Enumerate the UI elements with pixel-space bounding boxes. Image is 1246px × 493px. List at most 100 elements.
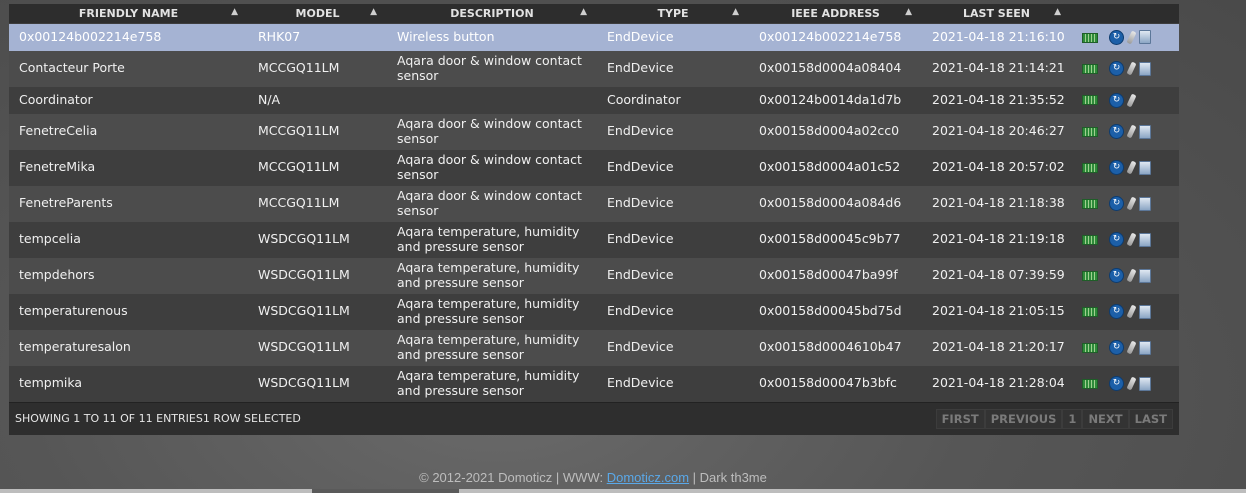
cell-model: MCCGQ11LM bbox=[258, 123, 340, 139]
edit-icon[interactable] bbox=[1126, 93, 1137, 107]
trash-icon[interactable] bbox=[1139, 30, 1151, 45]
cell-description: Aqara temperature, humidity and pressure… bbox=[397, 332, 580, 362]
cell-friendly-name: FenetreMika bbox=[19, 159, 96, 175]
edit-icon[interactable] bbox=[1126, 376, 1137, 391]
col-header-last-seen[interactable]: LAST SEEN ▲ bbox=[922, 4, 1071, 24]
refresh-icon[interactable]: ↻ bbox=[1109, 232, 1124, 247]
cell-actions: ↻ bbox=[1109, 150, 1179, 186]
cell-description: Aqara temperature, humidity and pressure… bbox=[397, 368, 580, 398]
col-header-signal bbox=[1071, 4, 1109, 24]
table-header-row: FRIENDLY NAME ▲ MODEL ▲ DESCRIPTION ▲ TYPE ▲… bbox=[9, 4, 1179, 24]
cell-description: Aqara door & window contact sensor bbox=[397, 188, 582, 218]
cell-description: Aqara temperature, humidity and pressure… bbox=[397, 296, 580, 326]
cell-type: EndDevice bbox=[607, 339, 674, 355]
table-row[interactable]: tempmika WSDCGQ11LM Aqara temperature, hum… bbox=[9, 365, 1179, 402]
refresh-icon[interactable]: ↻ bbox=[1109, 92, 1124, 108]
edit-icon[interactable] bbox=[1126, 160, 1137, 175]
edit-icon[interactable] bbox=[1126, 304, 1137, 319]
cell-model: WSDCGQ11LM bbox=[258, 339, 350, 355]
signal-icon bbox=[1082, 32, 1098, 43]
col-label: DESCRIPTION bbox=[450, 7, 534, 20]
sort-arrow-icon: ▲ bbox=[732, 7, 739, 17]
cell-signal bbox=[1071, 258, 1109, 294]
col-header-type[interactable]: TYPE ▲ bbox=[597, 4, 749, 24]
table-row[interactable]: Contacteur Porte MCCGQ11LM Aqara door & wi… bbox=[9, 50, 1179, 87]
sort-arrow-icon: ▲ bbox=[905, 7, 912, 17]
table-row[interactable]: temperaturenous WSDCGQ11LM Aqara temperatu… bbox=[9, 293, 1179, 330]
copyright-prefix: © 2012-2021 Domoticz | WWW: bbox=[419, 470, 607, 485]
col-header-friendly-name[interactable]: FRIENDLY NAME ▲ bbox=[9, 4, 248, 24]
col-header-description[interactable]: DESCRIPTION ▲ bbox=[387, 4, 597, 24]
trash-icon[interactable] bbox=[1139, 196, 1151, 211]
cell-last-seen: 2021-04-18 21:16:10 bbox=[932, 29, 1065, 44]
refresh-icon[interactable]: ↻ bbox=[1109, 340, 1124, 355]
col-label: TYPE bbox=[657, 7, 689, 20]
trash-icon[interactable] bbox=[1139, 61, 1151, 76]
table-row[interactable]: FenetreParents MCCGQ11LM Aqara door & wind… bbox=[9, 185, 1179, 222]
refresh-icon[interactable]: ↻ bbox=[1109, 304, 1124, 319]
cell-actions: ↻ bbox=[1109, 294, 1179, 330]
cell-ieee-address: 0x00158d0004a084d6 bbox=[759, 195, 902, 211]
edit-icon[interactable] bbox=[1126, 30, 1137, 45]
cell-friendly-name: temperaturenous bbox=[19, 303, 128, 319]
refresh-icon[interactable]: ↻ bbox=[1109, 29, 1124, 45]
trash-icon[interactable] bbox=[1139, 304, 1151, 319]
refresh-icon[interactable]: ↻ bbox=[1109, 268, 1124, 283]
trash-icon[interactable] bbox=[1139, 268, 1151, 283]
edit-icon[interactable] bbox=[1126, 196, 1137, 211]
trash-icon[interactable] bbox=[1139, 232, 1151, 247]
cell-model: MCCGQ11LM bbox=[258, 159, 340, 175]
refresh-icon[interactable]: ↻ bbox=[1109, 160, 1124, 175]
edit-icon[interactable] bbox=[1126, 61, 1137, 76]
cell-friendly-name: 0x00124b002214e758 bbox=[19, 29, 162, 44]
cell-ieee-address: 0x00158d0004a08404 bbox=[759, 60, 902, 76]
cell-ieee-address: 0x00158d0004610b47 bbox=[759, 339, 902, 355]
refresh-icon[interactable]: ↻ bbox=[1109, 196, 1124, 211]
cell-actions: ↻ bbox=[1109, 186, 1179, 222]
trash-icon[interactable] bbox=[1139, 340, 1151, 355]
col-header-ieee-address[interactable]: IEEE ADDRESS ▲ bbox=[749, 4, 922, 24]
scrollbar-thumb[interactable] bbox=[312, 489, 459, 493]
cell-type: Coordinator bbox=[607, 91, 681, 107]
cell-actions: ↻ bbox=[1109, 258, 1179, 294]
edit-icon[interactable] bbox=[1126, 232, 1137, 247]
pager-previous-button[interactable]: PREVIOUS bbox=[984, 409, 1063, 429]
cell-actions: ↻ bbox=[1109, 366, 1179, 402]
pager-first-button[interactable]: FIRST bbox=[935, 409, 985, 429]
pager-page-1-button[interactable]: 1 bbox=[1062, 409, 1083, 429]
cell-model: MCCGQ11LM bbox=[258, 60, 340, 76]
refresh-icon[interactable]: ↻ bbox=[1109, 376, 1124, 391]
table-row[interactable]: FenetreMika MCCGQ11LM Aqara door & window … bbox=[9, 149, 1179, 186]
cell-type: EndDevice bbox=[607, 195, 674, 211]
edit-icon[interactable] bbox=[1126, 124, 1137, 139]
table-row[interactable]: FenetreCelia MCCGQ11LM Aqara door & window… bbox=[9, 113, 1179, 150]
cell-type: EndDevice bbox=[607, 60, 674, 76]
domoticz-link[interactable]: Domoticz.com bbox=[607, 470, 689, 485]
trash-icon[interactable] bbox=[1139, 124, 1151, 139]
table-row[interactable]: Coordinator N/A Coordinator 0x00124b0014da1… bbox=[9, 86, 1179, 114]
trash-icon[interactable] bbox=[1139, 376, 1151, 391]
table-row[interactable]: tempcelia WSDCGQ11LM Aqara temperature, hu… bbox=[9, 221, 1179, 258]
pager-last-button[interactable]: LAST bbox=[1128, 409, 1173, 429]
sort-arrow-icon: ▲ bbox=[370, 7, 377, 17]
table-row[interactable]: temperaturesalon WSDCGQ11LM Aqara temperat… bbox=[9, 329, 1179, 366]
cell-actions: ↻ bbox=[1109, 330, 1179, 366]
signal-icon bbox=[1082, 198, 1098, 209]
refresh-icon[interactable]: ↻ bbox=[1109, 124, 1124, 139]
col-header-model[interactable]: MODEL ▲ bbox=[248, 4, 387, 24]
cell-type: EndDevice bbox=[607, 267, 674, 283]
pager-next-button[interactable]: NEXT bbox=[1082, 409, 1129, 429]
cell-description: Aqara door & window contact sensor bbox=[397, 53, 582, 83]
edit-icon[interactable] bbox=[1126, 340, 1137, 355]
edit-icon[interactable] bbox=[1126, 268, 1137, 283]
refresh-icon[interactable]: ↻ bbox=[1109, 61, 1124, 76]
signal-icon bbox=[1082, 270, 1098, 281]
trash-icon[interactable] bbox=[1139, 160, 1151, 175]
cell-actions: ↻ bbox=[1109, 51, 1179, 87]
cell-type: EndDevice bbox=[607, 159, 674, 175]
horizontal-scrollbar[interactable] bbox=[0, 489, 1246, 493]
table-row[interactable]: tempdehors WSDCGQ11LM Aqara temperature, h… bbox=[9, 257, 1179, 294]
cell-actions: ↻ bbox=[1109, 114, 1179, 150]
sort-arrow-icon: ▲ bbox=[580, 7, 587, 17]
table-row[interactable]: 0x00124b002214e758 RHK07 Wireless button En… bbox=[9, 23, 1179, 51]
